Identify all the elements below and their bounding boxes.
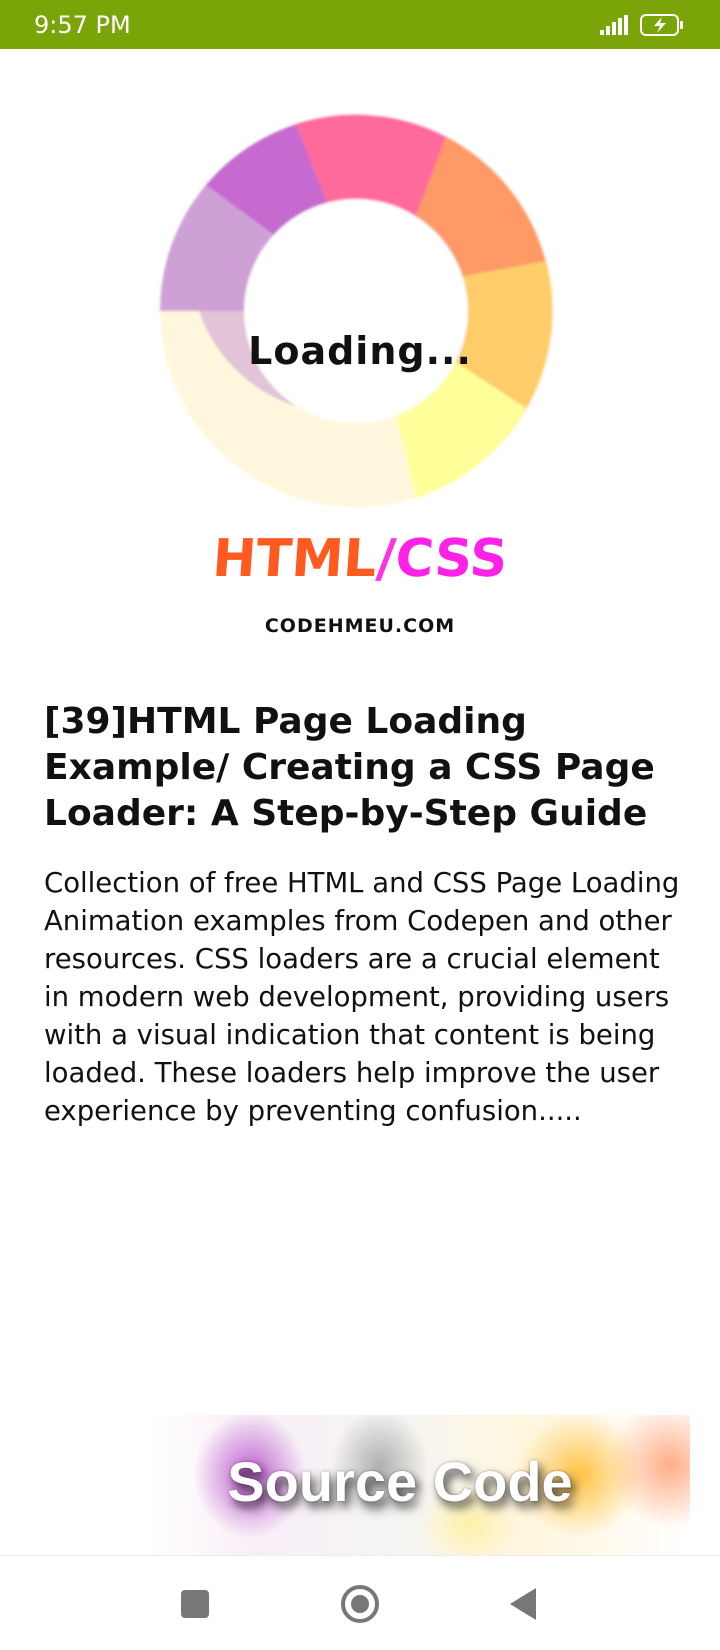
hero-image: Loading... HTML/CSS CODEHMEU.COM [0, 49, 720, 669]
article-body: Collection of free HTML and CSS Page Loa… [44, 867, 680, 1127]
site-name: CODEHMEU.COM [264, 615, 456, 637]
status-time: 9:57 PM [34, 11, 131, 39]
battery-charging-icon [640, 14, 683, 36]
navigation-bar [0, 1555, 720, 1650]
article-title: [39]HTML Page Loading Example/ Creating … [44, 701, 655, 834]
brand-title: HTML/CSS [0, 529, 720, 589]
loader-text: Loading... [248, 329, 472, 373]
back-button[interactable] [478, 1556, 568, 1650]
recent-apps-icon [181, 1589, 209, 1618]
brand-html: HTML [210, 529, 379, 589]
source-code-label: Source Code [227, 1450, 573, 1513]
recent-apps-button[interactable] [150, 1556, 240, 1650]
home-icon [341, 1584, 379, 1623]
status-icons [600, 14, 684, 36]
home-button[interactable] [315, 1556, 405, 1650]
back-icon [510, 1587, 536, 1620]
signal-icon [600, 15, 628, 35]
brand-css: CSS [393, 529, 510, 589]
status-bar: 9:57 PM [0, 0, 720, 49]
source-code-button[interactable]: Source Code [150, 1415, 690, 1555]
